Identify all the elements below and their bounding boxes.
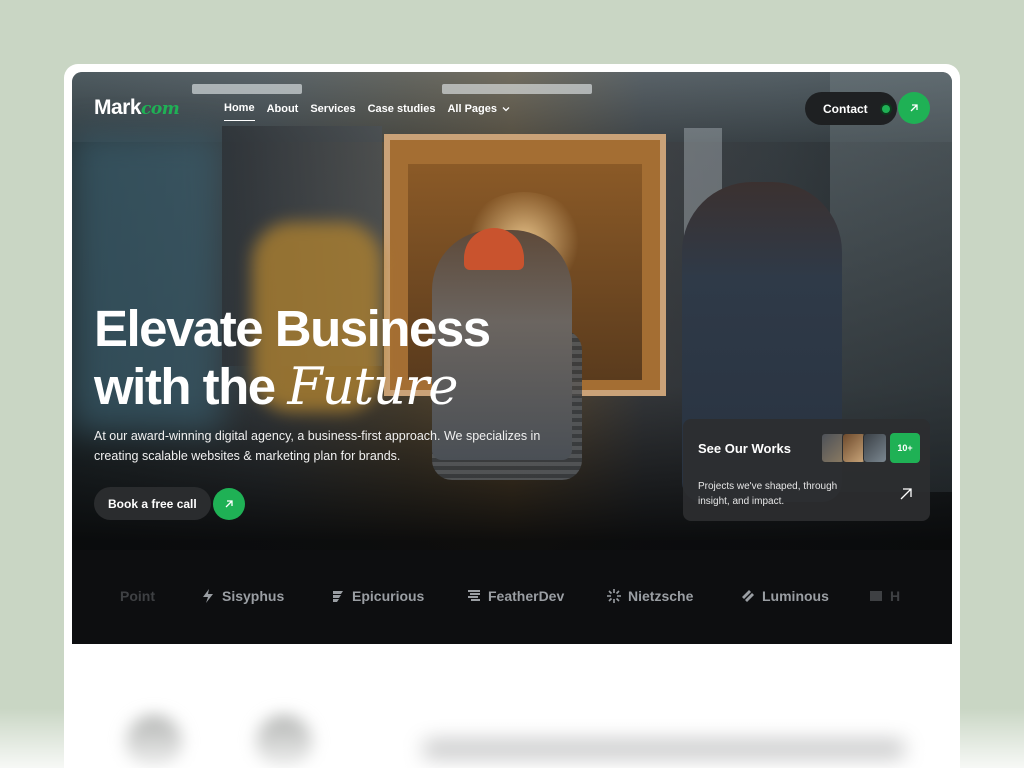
nav-label: All Pages [447,102,497,115]
nietzsche-logo-icon [607,589,621,603]
works-description: Projects we've shaped, through insight, … [698,481,838,507]
hero-subtext: At our award-winning digital agency, a b… [94,429,541,463]
logo-accent: com [141,99,180,119]
logo-text: Mark [94,96,142,119]
site-logo[interactable]: Markcom [94,96,180,120]
ceiling-light [192,84,302,94]
partner-logo: Point [120,588,155,604]
work-thumbnail [863,433,887,463]
nav-label: Home [224,102,255,114]
partner-name: Luminous [762,588,829,604]
partner-logo: Sisyphus [200,588,284,604]
works-thumbnails: 10+ [821,433,920,463]
headline-prefix: with the [94,358,288,415]
bottom-fade [0,708,1024,768]
featherdev-logo-icon [468,590,480,601]
partner-name: Nietzsche [628,588,694,604]
partner-name: H [890,588,901,604]
partial-logo-icon [870,591,882,601]
headline-accent: Future [287,358,458,417]
headline-line-1: Elevate Business [94,300,491,357]
arrow-up-right-icon [225,499,233,507]
cta-group: Book a free call [94,487,245,520]
partner-logo: H [868,588,900,604]
nav-label: Services [310,102,356,115]
luminous-logo-icon [742,590,754,602]
see-our-works-card[interactable]: See Our Works 10+ Projects we've shaped,… [683,419,930,521]
contact-button[interactable]: Contact [805,92,897,125]
book-call-arrow-button[interactable] [212,487,245,520]
partner-name: Point [120,588,155,604]
nav-all-pages[interactable]: All Pages [447,102,511,121]
partner-name: FeatherDev [488,588,565,604]
works-title: See Our Works [698,441,791,456]
nav-services[interactable]: Services [310,102,355,121]
nav-about[interactable]: About [267,102,299,121]
arrow-up-right-icon[interactable] [898,486,914,502]
partner-name: Epicurious [352,588,425,604]
ceiling-light [442,84,592,94]
contact-label: Contact [823,101,868,116]
main-nav: Home About Services Case studies All Pag… [224,102,511,121]
sisyphus-logo-icon [203,589,213,603]
nav-case-studies[interactable]: Case studies [368,102,436,121]
epicurious-logo-icon [333,591,343,602]
hero-section: Markcom Home About Services Case studies… [72,72,952,644]
headline-line-2: with the Future [94,358,490,417]
partner-logo: Epicurious [330,588,424,604]
arrow-up-right-icon [910,104,918,112]
book-call-button[interactable]: Book a free call [94,487,211,520]
partner-logo: Nietzsche [606,588,693,604]
hero-headline: Elevate Business with the Future [94,300,491,417]
nav-home[interactable]: Home [224,102,255,121]
partner-logo: FeatherDev [466,588,564,604]
partner-logo: Luminous [740,588,829,604]
partner-logo-strip: Point Sisyphus Epicurious FeatherDev Nie… [72,550,952,644]
works-count-badge: 10+ [890,433,920,463]
chevron-down-icon [502,106,510,111]
contact-arrow-button[interactable] [898,92,930,124]
nav-label: Case studies [367,102,436,115]
nav-label: About [266,102,299,115]
browser-frame: Markcom Home About Services Case studies… [64,64,960,768]
status-dot-icon [881,104,890,113]
partner-name: Sisyphus [222,588,285,604]
